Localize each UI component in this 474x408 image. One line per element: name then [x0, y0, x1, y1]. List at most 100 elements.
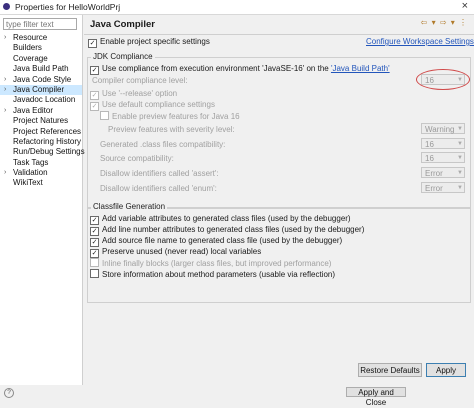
tree-item[interactable]: › Validation: [0, 168, 82, 178]
assert-identifier-value: Error: [425, 169, 443, 178]
tree-item[interactable]: Coverage: [0, 54, 82, 64]
tree-item-label: WikiText: [13, 178, 43, 188]
tree-item[interactable]: Run/Debug Settings: [0, 147, 85, 157]
tree-item-label: Task Tags: [13, 157, 49, 167]
tree-item[interactable]: › Java Compiler: [0, 84, 82, 96]
use-env-checkbox[interactable]: ✓: [90, 66, 99, 75]
enable-specific-settings[interactable]: ✓ Enable project specific settings: [88, 37, 210, 48]
page-header: Java Compiler ⇦ ▾ ⇨ ▾ ⋮: [84, 15, 474, 33]
tree-item[interactable]: Builders: [0, 43, 82, 53]
classfile-option-label: Preserve unused (never read) local varia…: [102, 247, 262, 256]
properties-tree: › Resource Builders Coverage Java Build Path…: [0, 33, 85, 189]
chevron-right-icon[interactable]: ›: [4, 168, 6, 178]
generated-compat-select[interactable]: 16 ▼: [421, 138, 465, 149]
chevron-right-icon[interactable]: ›: [4, 106, 6, 116]
use-default-compliance[interactable]: ✓ Use default compliance settings: [90, 100, 215, 111]
dialog-footer: ? Apply and Close: [0, 385, 474, 407]
left-panel: › ResourceBuildersCoverageJava Build Path…: [0, 15, 85, 385]
tree-item-label: Project Natures: [13, 116, 69, 126]
tree-item[interactable]: › Java Editor: [0, 106, 82, 116]
classfile-option-label: Add source file name to generated class …: [102, 236, 343, 245]
apply-button[interactable]: Apply: [426, 363, 466, 377]
jdk-compliance-title: JDK Compliance: [91, 52, 155, 61]
apply-and-close-button[interactable]: Apply and Close: [346, 387, 406, 407]
use-default-label: Use default compliance settings: [102, 100, 215, 109]
main-panel: Java Compiler ⇦ ▾ ⇨ ▾ ⋮ ✓ Enable project …: [84, 15, 474, 385]
tree-item[interactable]: › Java Code Style: [0, 75, 82, 85]
classfile-option[interactable]: Inline finally blocks (larger class file…: [90, 258, 331, 268]
classfile-option[interactable]: ✓ Add line number attributes to generated…: [90, 225, 364, 236]
assert-identifier-select[interactable]: Error ▼: [421, 167, 465, 178]
classfile-option-label: Store information about method parameter…: [102, 270, 336, 279]
use-release-option[interactable]: ✓ Use '--release' option: [90, 89, 177, 100]
chevron-down-icon: ▼: [457, 155, 463, 161]
window-title: Properties for HelloWorldPrj: [15, 2, 121, 12]
classfile-option[interactable]: ✓ Add source file name to generated class…: [90, 236, 342, 247]
tree-item[interactable]: Project Natures: [0, 116, 82, 126]
navigation-arrows-icon[interactable]: ⇦ ▾ ⇨ ▾ ⋮: [421, 18, 468, 27]
generated-compat-value: 16: [425, 140, 434, 149]
chevron-right-icon[interactable]: ›: [4, 85, 6, 95]
tree-item[interactable]: Project References: [0, 127, 82, 137]
tree-item[interactable]: › Resource: [0, 33, 82, 43]
tree-item[interactable]: WikiText: [0, 178, 82, 188]
chevron-down-icon: ▼: [457, 141, 463, 147]
use-env-compliance[interactable]: ✓ Use compliance from execution environme…: [90, 64, 390, 75]
tree-item-label: Java Build Path: [13, 64, 69, 74]
enable-preview-option[interactable]: Enable preview features for Java 16: [100, 111, 240, 121]
enum-identifier-label: Disallow identifiers called 'enum':: [100, 184, 217, 193]
tree-item-label: Validation: [13, 168, 48, 178]
highlight-ellipse: [416, 69, 470, 90]
restore-defaults-button[interactable]: Restore Defaults: [358, 363, 422, 377]
tree-item-label: Java Code Style: [13, 74, 72, 84]
preview-severity-select[interactable]: Warning ▼: [421, 123, 465, 134]
tree-item-label: Java Editor: [13, 105, 54, 115]
page-title: Java Compiler: [90, 19, 155, 30]
tree-item-label: Refactoring History: [13, 136, 82, 146]
configure-workspace-label[interactable]: Configure Workspace Settings...: [366, 37, 474, 46]
tree-item-label: Run/Debug Settings: [13, 147, 85, 157]
chevron-right-icon[interactable]: ›: [4, 33, 6, 43]
enable-specific-checkbox[interactable]: ✓: [88, 39, 97, 48]
tree-item-label: Builders: [13, 43, 42, 53]
use-release-label: Use '--release' option: [102, 89, 178, 98]
classfile-option-checkbox[interactable]: [90, 258, 99, 267]
tree-item-label: Coverage: [13, 53, 48, 63]
classfile-option[interactable]: Store information about method parameter…: [90, 269, 335, 279]
use-default-checkbox[interactable]: ✓: [90, 102, 99, 111]
enable-preview-checkbox[interactable]: [100, 111, 109, 120]
source-compat-value: 16: [425, 154, 434, 163]
preview-severity-label: Preview features with severity level:: [108, 125, 235, 134]
source-compat-label: Source compatibility:: [100, 154, 174, 163]
classfile-option-checkbox[interactable]: ✓: [90, 249, 99, 258]
classfile-option[interactable]: ✓ Preserve unused (never read) local vari…: [90, 247, 261, 258]
classfile-option-checkbox[interactable]: ✓: [90, 216, 99, 225]
chevron-right-icon[interactable]: ›: [4, 75, 6, 85]
tree-item-label: Resource: [13, 33, 48, 42]
tree-item[interactable]: Task Tags: [0, 158, 82, 168]
use-release-checkbox[interactable]: ✓: [90, 91, 99, 100]
tree-item[interactable]: Refactoring History: [0, 137, 82, 147]
classfile-option[interactable]: ✓ Add variable attributes to generated cl…: [90, 214, 351, 225]
filter-input[interactable]: [3, 18, 77, 30]
chevron-down-icon: ▼: [457, 126, 463, 132]
tree-item-label: Java Compiler: [13, 84, 65, 94]
generated-compat-label: Generated .class files compatibility:: [100, 140, 226, 149]
classfile-option-label: Add line number attributes to generated …: [102, 225, 365, 234]
classfile-option-checkbox[interactable]: [90, 269, 99, 278]
classfile-option-checkbox[interactable]: ✓: [90, 227, 99, 236]
tree-item[interactable]: Javadoc Location: [0, 95, 82, 105]
enum-identifier-select[interactable]: Error ▼: [421, 182, 465, 193]
classfile-option-label: Add variable attributes to generated cla…: [102, 214, 351, 223]
configure-workspace-link[interactable]: Configure Workspace Settings...: [366, 37, 474, 46]
assert-identifier-label: Disallow identifiers called 'assert':: [100, 169, 219, 178]
classfile-option-checkbox[interactable]: ✓: [90, 238, 99, 247]
close-icon[interactable]: ×: [462, 0, 468, 12]
source-compat-select[interactable]: 16 ▼: [421, 152, 465, 163]
enum-identifier-value: Error: [425, 184, 443, 193]
tree-item-label: Project References: [13, 126, 82, 136]
preview-severity-value: Warning: [425, 125, 455, 134]
tree-item[interactable]: Java Build Path: [0, 64, 82, 74]
chevron-down-icon: ▼: [457, 170, 463, 176]
java-build-path-link[interactable]: 'Java Build Path': [331, 64, 390, 73]
